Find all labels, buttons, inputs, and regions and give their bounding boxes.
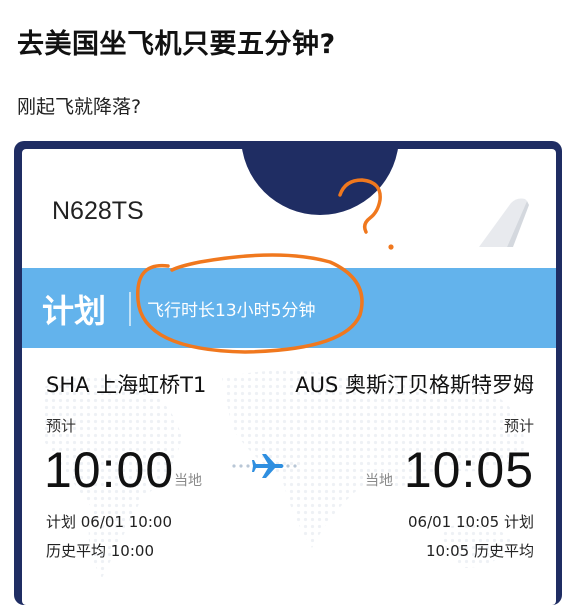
departure-scheduled: 计划 06/01 10:00 [46,513,172,531]
post-subtitle: 刚起飞就降落? [17,96,142,118]
arrival-time: 10:05 [403,442,534,498]
departure-history: 历史平均 10:00 [46,542,154,560]
arrival-scheduled: 06/01 10:05 计划 [408,513,534,531]
arrival-route: AUS 奥斯汀贝格斯特罗姆 [295,373,534,397]
departure-local-label: 当地 [174,473,202,489]
band-divider [129,292,131,326]
tail-fin-icon [479,198,529,247]
status-band: 计划 飞行时长13小时5分钟 [22,268,556,348]
departure-time: 10:00 [44,442,175,498]
flight-duration: 飞行时长13小时5分钟 [147,301,316,321]
departure-route: SHA 上海虹桥T1 [46,373,207,397]
arrival-estimate-label: 预计 [503,417,534,435]
flight-card: N628TS 计划 飞行时长13小时5分钟 SHA 上海虹桥T1 AUS 奥斯汀… [22,149,556,605]
arrival-history: 10:05 历史平均 [426,542,534,560]
airplane-icon [232,454,297,478]
aircraft-registration: N628TS [52,197,144,225]
status-label: 计划 [42,292,107,330]
post-title: 去美国坐飞机只要五分钟? [17,29,336,60]
departure-estimate-label: 预计 [46,417,77,435]
card-notch [241,149,399,215]
arrival-local-label: 当地 [365,473,393,489]
